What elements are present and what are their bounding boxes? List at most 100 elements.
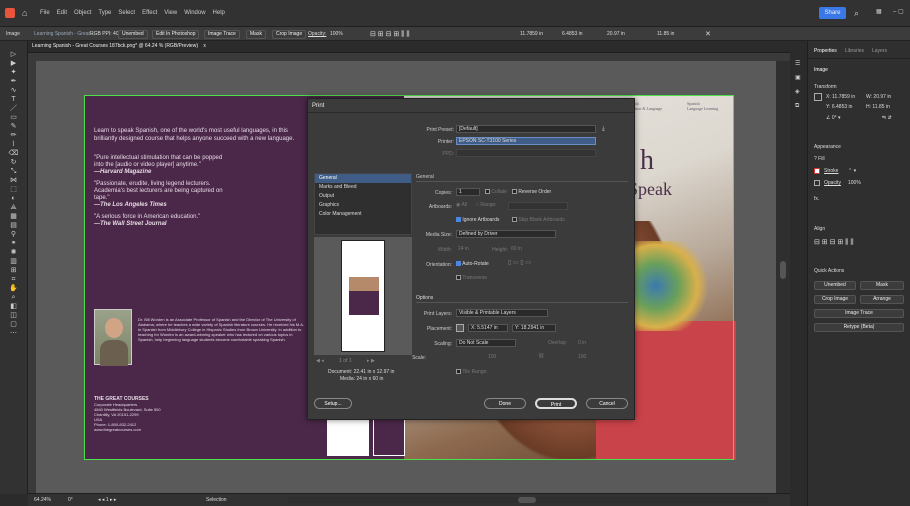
menu-help[interactable]: Help <box>213 10 225 16</box>
artboards-dock-icon[interactable]: ⧉ <box>795 103 799 109</box>
fill-row[interactable]: ? Fill <box>814 157 825 162</box>
preview-pager[interactable]: ◀ ◂ 1 of 1 ▸ ▶ <box>316 359 412 364</box>
reference-point-icon[interactable] <box>814 93 822 101</box>
free-transform-tool-icon[interactable]: ⬚ <box>6 186 22 193</box>
tab-layers[interactable]: Layers <box>872 49 887 58</box>
skip-check[interactable] <box>512 217 517 222</box>
pencil-tool-icon[interactable]: ✏ <box>6 132 22 139</box>
properties-dock-icon[interactable]: ☰ <box>795 61 800 67</box>
rectangle-tool-icon[interactable]: ▭ <box>6 114 22 121</box>
pager-prev-icon[interactable]: ◀ ◂ <box>316 358 324 364</box>
print-preview[interactable] <box>314 237 412 355</box>
setup-button[interactable]: Setup... <box>314 398 352 409</box>
blend-tool-icon[interactable]: ⚭ <box>6 240 22 247</box>
image-trace-button[interactable]: Image Trace <box>204 30 240 39</box>
w-field[interactable]: 20.97 in <box>607 32 625 37</box>
shape-builder-tool-icon[interactable]: ◐ <box>6 195 22 202</box>
home-icon[interactable]: ⌂ <box>22 8 27 18</box>
panel-h-field[interactable]: H: 11.85 in <box>866 105 890 110</box>
nav-graphics[interactable]: Graphics <box>315 201 411 210</box>
rotation-field[interactable]: 0° <box>68 498 73 503</box>
artboard-tool-icon[interactable]: ⊞ <box>6 267 22 274</box>
menu-object[interactable]: Object <box>74 10 91 16</box>
collate-check[interactable] <box>485 189 490 194</box>
eyedropper-tool-icon[interactable]: ⚲ <box>6 231 22 238</box>
fx-button[interactable]: fx. <box>814 197 819 202</box>
libraries-dock-icon[interactable]: ▣ <box>795 75 801 81</box>
tile-check[interactable] <box>456 369 461 374</box>
reverse-order-checkbox[interactable]: Reverse Order <box>512 189 551 195</box>
menu-window[interactable]: Window <box>184 10 205 16</box>
h-field[interactable]: 11.85 in <box>657 32 674 37</box>
drawing-modes-icon[interactable]: ◫ <box>6 312 22 319</box>
hand-tool-icon[interactable]: ✋ <box>6 285 22 292</box>
h-scroll-thumb[interactable] <box>518 497 536 503</box>
horizontal-scrollbar[interactable] <box>288 497 768 503</box>
panel-arrange-button[interactable]: Arrange <box>860 295 904 304</box>
ai-logo-icon[interactable] <box>5 8 15 18</box>
search-icon[interactable]: ⌕ <box>854 9 859 18</box>
scale-link-icon[interactable]: ⛓ <box>538 354 544 359</box>
x-field[interactable]: 11.7859 in <box>520 32 543 37</box>
panel-opacity-label[interactable]: Opacity <box>824 181 841 186</box>
radio-icon[interactable]: ○ <box>476 202 479 208</box>
magic-wand-tool-icon[interactable]: ✦ <box>6 69 22 76</box>
pen-tool-icon[interactable]: ✒ <box>6 78 22 85</box>
scroll-thumb[interactable] <box>780 261 786 279</box>
reverse-check[interactable] <box>512 189 517 194</box>
auto-rotate-check[interactable] <box>456 261 461 266</box>
tab-properties[interactable]: Properties <box>814 49 837 58</box>
symbol-sprayer-tool-icon[interactable]: ✺ <box>6 249 22 256</box>
paintbrush-tool-icon[interactable]: ✎ <box>6 123 22 130</box>
vertical-scrollbar[interactable] <box>776 61 790 493</box>
layers-dock-icon[interactable]: ◈ <box>795 89 800 95</box>
menu-file[interactable]: File <box>40 10 50 16</box>
tile-range-checkbox[interactable]: Tile Range: <box>456 369 488 375</box>
done-button[interactable]: Done <box>484 398 526 409</box>
panel-unembed-button[interactable]: Unembed <box>814 281 856 290</box>
placement-x-input[interactable]: X: 5.5147 in <box>468 324 508 332</box>
tab-close-icon[interactable]: x <box>203 43 206 49</box>
screen-mode-icon[interactable]: ▢ <box>6 321 22 328</box>
slice-tool-icon[interactable]: ⌗ <box>6 276 22 283</box>
curvature-tool-icon[interactable]: ∿ <box>6 87 22 94</box>
printer-dropdown[interactable]: EPSON SC-T3100 Series <box>456 137 596 145</box>
column-graph-tool-icon[interactable]: ▥ <box>6 258 22 265</box>
print-layers-dropdown[interactable]: Visible & Printable Layers <box>456 309 548 317</box>
zoom-field[interactable]: 64.24% <box>34 498 51 503</box>
eraser-tool-icon[interactable]: ⌫ <box>6 150 22 157</box>
unembed-button[interactable]: Unembed <box>118 30 148 39</box>
save-preset-icon[interactable]: ⤓ <box>602 126 605 132</box>
zoom-tool-icon[interactable]: ⌕ <box>6 294 22 301</box>
panel-opacity-value[interactable]: 100% <box>848 181 861 186</box>
panel-y-field[interactable]: Y: 6.4853 in <box>826 105 852 110</box>
transverse-check[interactable] <box>456 275 461 280</box>
artboard-nav[interactable]: ◂ ◂ 1 ▸ ▸ <box>98 498 116 503</box>
rotate-tool-icon[interactable]: ↻ <box>6 159 22 166</box>
horizontal-ruler[interactable] <box>28 53 790 61</box>
print-button[interactable]: Print <box>535 398 577 409</box>
workspace-icon[interactable]: ▦ <box>876 9 882 15</box>
line-tool-icon[interactable]: ／ <box>6 105 22 112</box>
skip-blank-checkbox[interactable]: Skip Blank Artboards <box>512 217 565 223</box>
close-icon[interactable]: ✕ <box>705 31 711 38</box>
panel-w-field[interactable]: W: 20.97 in <box>866 95 891 100</box>
panel-x-field[interactable]: X: 11.7859 in <box>826 95 855 100</box>
edit-photoshop-button[interactable]: Edit In Photoshop <box>152 30 200 39</box>
fill-stroke-icon[interactable]: ◧ <box>6 303 22 310</box>
artboards-range-radio[interactable]: ○ Range: <box>476 203 497 208</box>
transverse-checkbox[interactable]: Transverse <box>456 275 487 281</box>
panel-retype-button[interactable]: Retype (Beta) <box>814 323 904 332</box>
shaper-tool-icon[interactable]: ⌇ <box>6 141 22 148</box>
panel-align-icons[interactable]: ⊟ ⊞ ⊟ ⊞ ⫼ ⫼ <box>814 239 854 246</box>
crop-image-button[interactable]: Crop Image <box>272 30 307 39</box>
share-button[interactable]: Share <box>819 7 846 19</box>
radio-icon[interactable]: ◉ <box>456 202 460 208</box>
pager-next-icon[interactable]: ▸ ▶ <box>367 358 375 364</box>
scale-tool-icon[interactable]: ⤡ <box>6 168 22 175</box>
orientation-icons[interactable]: ▯ ▭ ▯ ▭ <box>508 260 531 266</box>
type-tool-icon[interactable]: T <box>6 96 22 103</box>
document-tab[interactable]: Learning Spanish - Great Courses 187bck.… <box>32 44 206 49</box>
edit-toolbar-icon[interactable]: ⋯ <box>6 330 22 337</box>
media-size-dropdown[interactable]: Defined by Driver <box>456 230 556 238</box>
